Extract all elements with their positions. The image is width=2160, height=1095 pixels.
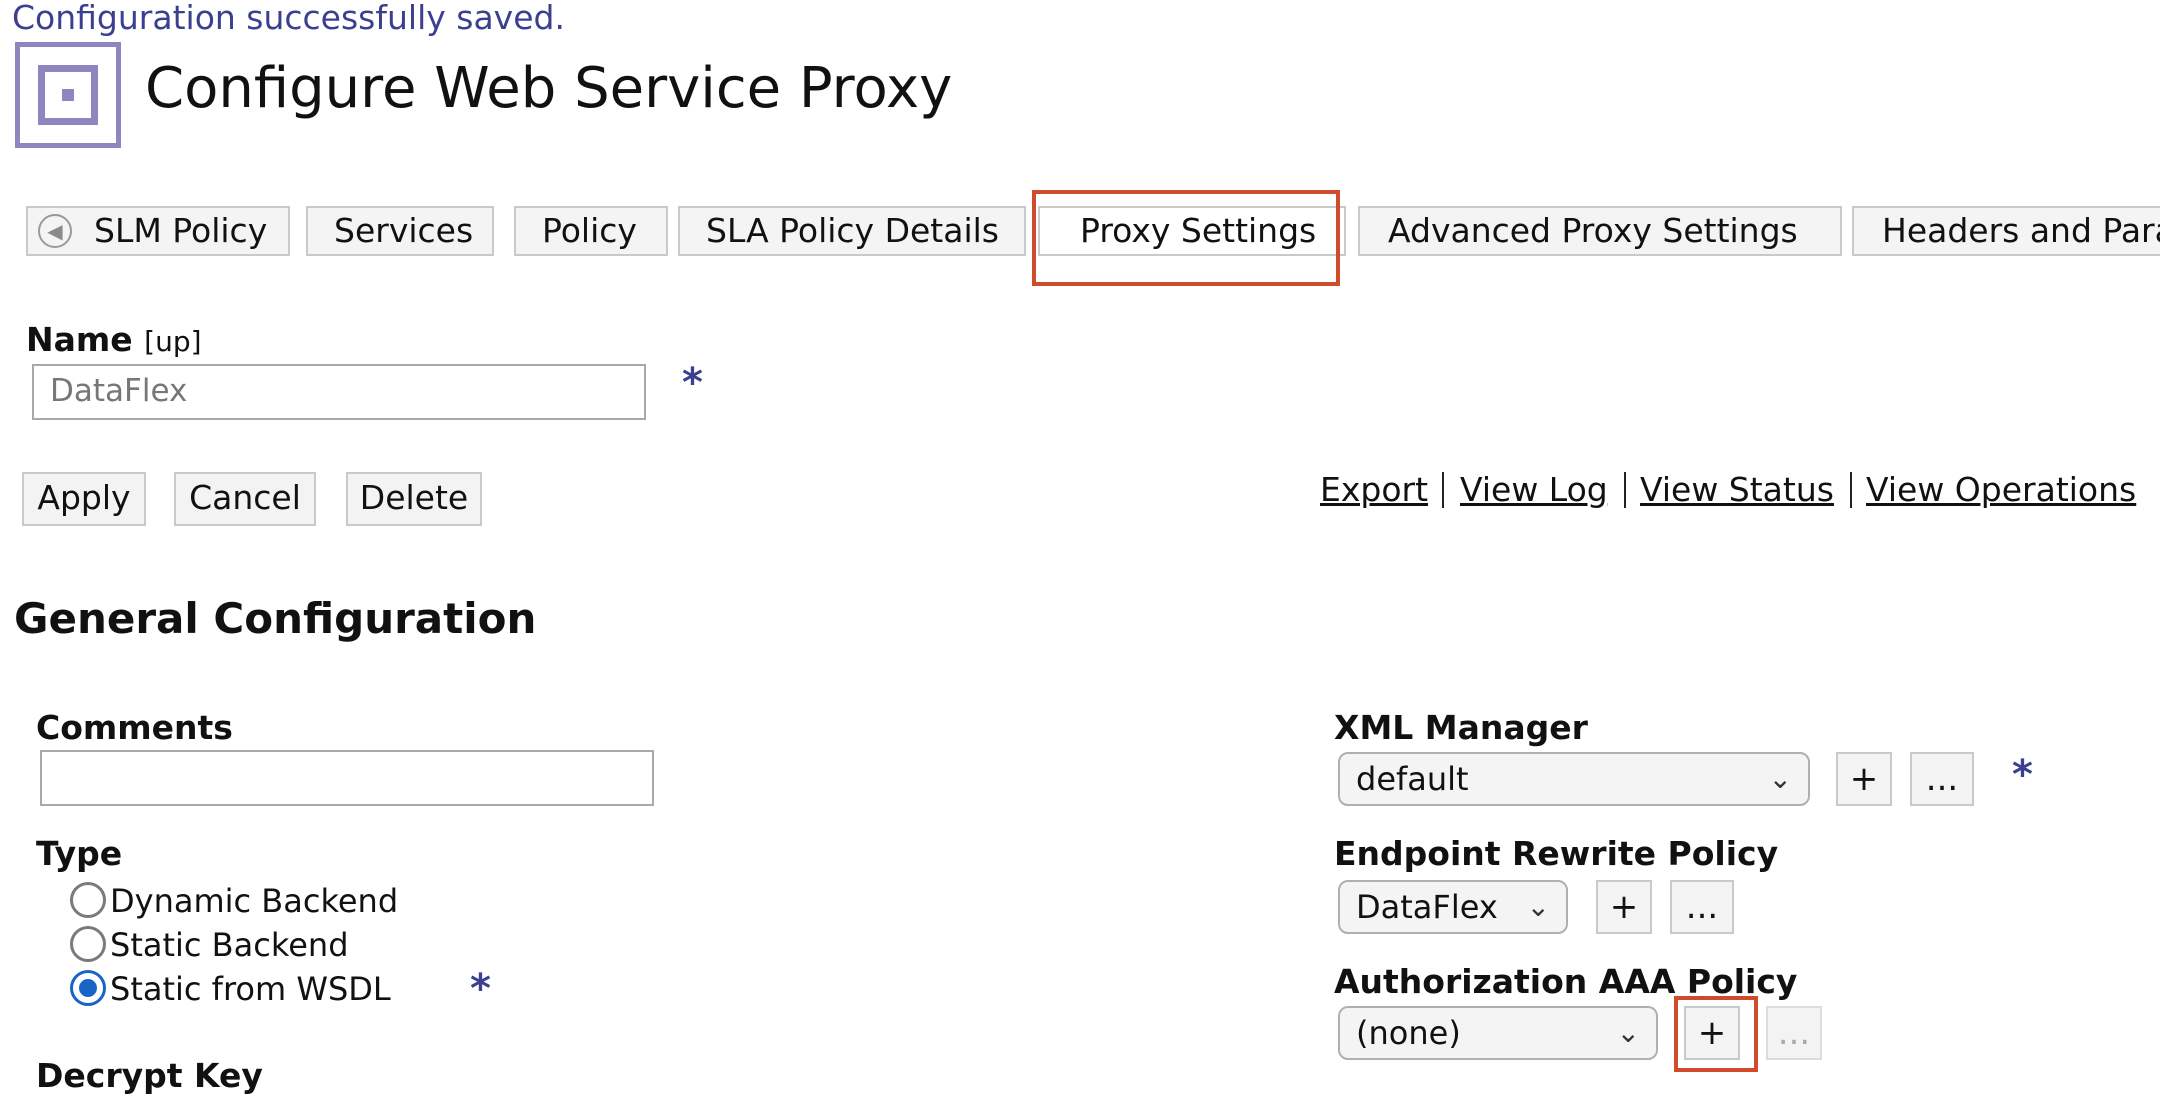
xml-manager-label: XML Manager (1334, 708, 1588, 747)
link-separator (1442, 472, 1444, 508)
back-arrow-icon[interactable]: ◀ (38, 214, 72, 248)
delete-button[interactable]: Delete (346, 472, 482, 526)
chevron-down-icon: ⌄ (1526, 890, 1550, 923)
view-operations-link[interactable]: View Operations (1866, 470, 2136, 509)
status-message: Configuration successfully saved. (12, 0, 565, 37)
view-status-link[interactable]: View Status (1640, 470, 1834, 509)
edit-xml-manager-button[interactable]: ... (1910, 752, 1974, 806)
web-service-proxy-logo-icon (15, 42, 121, 148)
radio-static-from-wsdl[interactable]: Static from WSDL (70, 970, 391, 1009)
tab-slm-policy[interactable]: ◀ SLM Policy (26, 206, 290, 256)
endpoint-rewrite-select[interactable]: DataFlex ⌄ (1338, 880, 1568, 934)
tab-services[interactable]: Services (306, 206, 494, 256)
add-aaa-highlight (1674, 996, 1758, 1072)
active-tab-highlight (1032, 190, 1340, 286)
type-label: Type (36, 834, 123, 873)
page-title: Configure Web Service Proxy (145, 56, 953, 121)
required-marker: * (2012, 752, 2033, 798)
add-xml-manager-button[interactable]: + (1836, 752, 1892, 806)
apply-button[interactable]: Apply (22, 472, 146, 526)
cancel-button[interactable]: Cancel (174, 472, 316, 526)
authorization-aaa-select[interactable]: (none) ⌄ (1338, 1006, 1658, 1060)
comments-field[interactable] (40, 750, 654, 806)
tab-advanced-proxy-settings[interactable]: Advanced Proxy Settings (1358, 206, 1842, 256)
decrypt-key-label: Decrypt Key (36, 1056, 263, 1095)
edit-aaa-policy-button[interactable]: ... (1766, 1006, 1822, 1060)
required-marker: * (470, 966, 491, 1012)
tab-policy[interactable]: Policy (514, 206, 668, 256)
endpoint-rewrite-label: Endpoint Rewrite Policy (1334, 834, 1779, 873)
radio-selected-icon[interactable] (70, 970, 106, 1006)
xml-manager-select[interactable]: default ⌄ (1338, 752, 1810, 806)
link-separator (1624, 472, 1626, 508)
radio-button-icon[interactable] (70, 882, 106, 918)
tab-sla-policy-details[interactable]: SLA Policy Details (678, 206, 1026, 256)
name-status: [up] (144, 325, 202, 358)
radio-static-backend[interactable]: Static Backend (70, 926, 349, 965)
link-separator (1850, 472, 1852, 508)
radio-dynamic-backend[interactable]: Dynamic Backend (70, 882, 398, 921)
chevron-down-icon: ⌄ (1768, 762, 1792, 795)
name-label: Name [up] (26, 320, 202, 359)
section-heading: General Configuration (14, 594, 537, 643)
chevron-down-icon: ⌄ (1616, 1016, 1640, 1049)
name-field[interactable]: DataFlex (32, 364, 646, 420)
tab-headers-and-params[interactable]: Headers and Para (1852, 206, 2160, 256)
export-link[interactable]: Export (1320, 470, 1428, 509)
edit-endpoint-rewrite-button[interactable]: ... (1670, 880, 1734, 934)
comments-label: Comments (36, 708, 233, 747)
view-log-link[interactable]: View Log (1460, 470, 1608, 509)
radio-button-icon[interactable] (70, 926, 106, 962)
add-endpoint-rewrite-button[interactable]: + (1596, 880, 1652, 934)
required-marker: * (682, 360, 703, 406)
